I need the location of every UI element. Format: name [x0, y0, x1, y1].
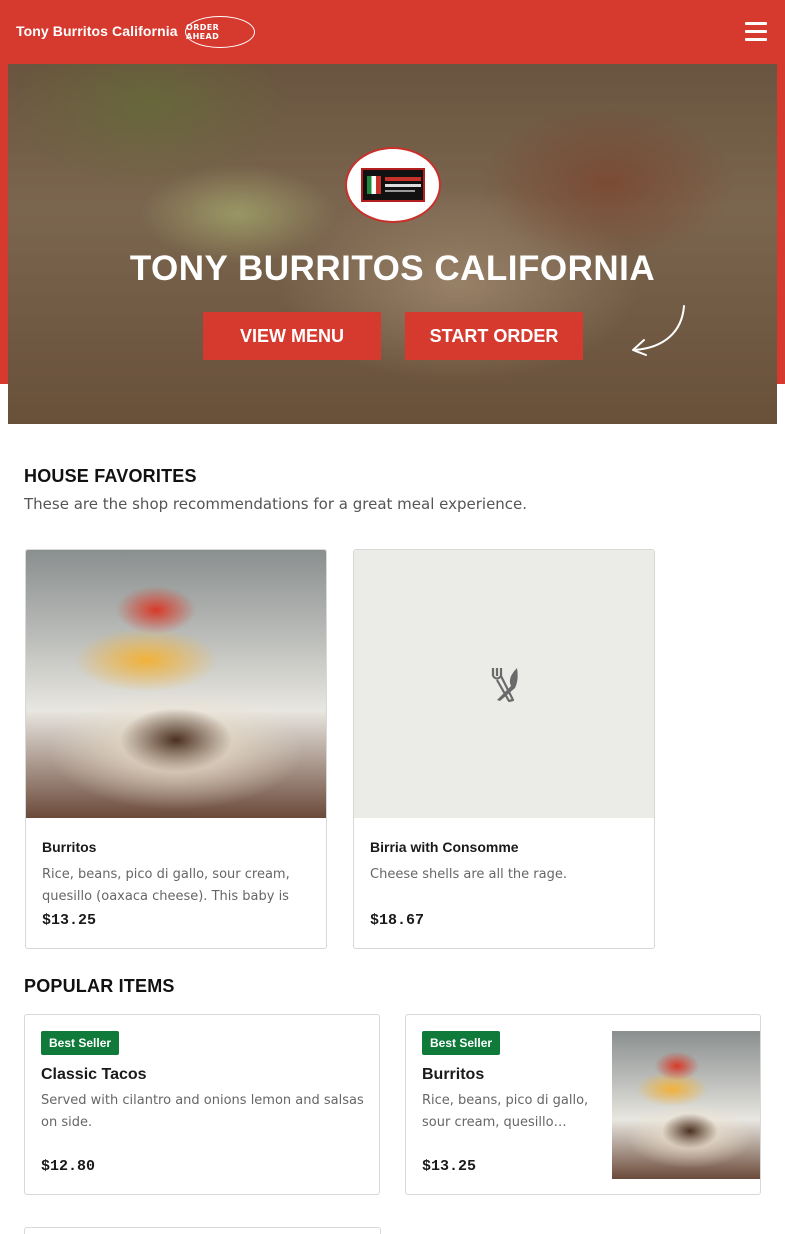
- start-order-button[interactable]: START ORDER: [405, 312, 583, 360]
- popular-card-burritos[interactable]: Best Seller Burritos Rice, beans, pico d…: [405, 1014, 761, 1195]
- burrito-photo: [26, 550, 326, 818]
- hero-banner: TONY BURRITOS CALIFORNIA VIEW MENU START…: [8, 64, 777, 424]
- order-ahead-logo[interactable]: ORDER AHEAD: [185, 16, 255, 48]
- fork-knife-icon: [491, 668, 518, 702]
- burrito-thumbnail: [612, 1031, 760, 1179]
- best-seller-badge: Best Seller: [41, 1031, 120, 1055]
- best-seller-badge: Best Seller: [422, 1031, 501, 1055]
- item-name: Classic Tacos: [41, 1066, 147, 1083]
- brand-name[interactable]: Tony Burritos California: [16, 23, 178, 39]
- item-price: $13.25: [42, 912, 97, 929]
- favorite-card-birria[interactable]: Birria with Consomme Cheese shells are a…: [353, 549, 655, 949]
- hero-title: TONY BURRITOS CALIFORNIA: [129, 249, 656, 288]
- restaurant-logo: [345, 147, 441, 223]
- item-description: Served with cilantro and onions lemon an…: [41, 1093, 364, 1130]
- item-price: $12.80: [41, 1158, 96, 1175]
- item-name: Burritos: [42, 839, 97, 855]
- item-description: Rice, beans, pico di gallo, sour cream, …: [422, 1093, 589, 1130]
- curved-arrow-icon: [632, 305, 685, 356]
- item-description: Cheese shells are all the rage.: [370, 867, 567, 882]
- popular-items-heading: POPULAR ITEMS: [24, 976, 175, 996]
- hero-overlay: [8, 64, 777, 424]
- item-price: $13.25: [422, 1158, 477, 1175]
- item-price: $18.67: [370, 912, 425, 929]
- top-nav-bar: Tony Burritos California ORDER AHEAD: [0, 0, 785, 64]
- popular-card-partial[interactable]: [24, 1227, 381, 1234]
- item-name: Burritos: [422, 1066, 485, 1083]
- item-description: Rice, beans, pico di gallo, sour cream, …: [42, 867, 290, 904]
- view-menu-button[interactable]: VIEW MENU: [203, 312, 381, 360]
- favorite-card-burritos[interactable]: Burritos Rice, beans, pico di gallo, sou…: [25, 549, 327, 949]
- logo-badge: [361, 168, 425, 202]
- item-name: Birria with Consomme: [370, 839, 519, 855]
- popular-card-classic-tacos[interactable]: Best Seller Classic Tacos Served with ci…: [24, 1014, 380, 1195]
- image-placeholder: [354, 550, 654, 818]
- house-favorites-subtitle: These are the shop recommendations for a…: [24, 495, 528, 513]
- hamburger-menu-icon[interactable]: [743, 20, 769, 44]
- house-favorites-heading: HOUSE FAVORITES: [24, 466, 197, 486]
